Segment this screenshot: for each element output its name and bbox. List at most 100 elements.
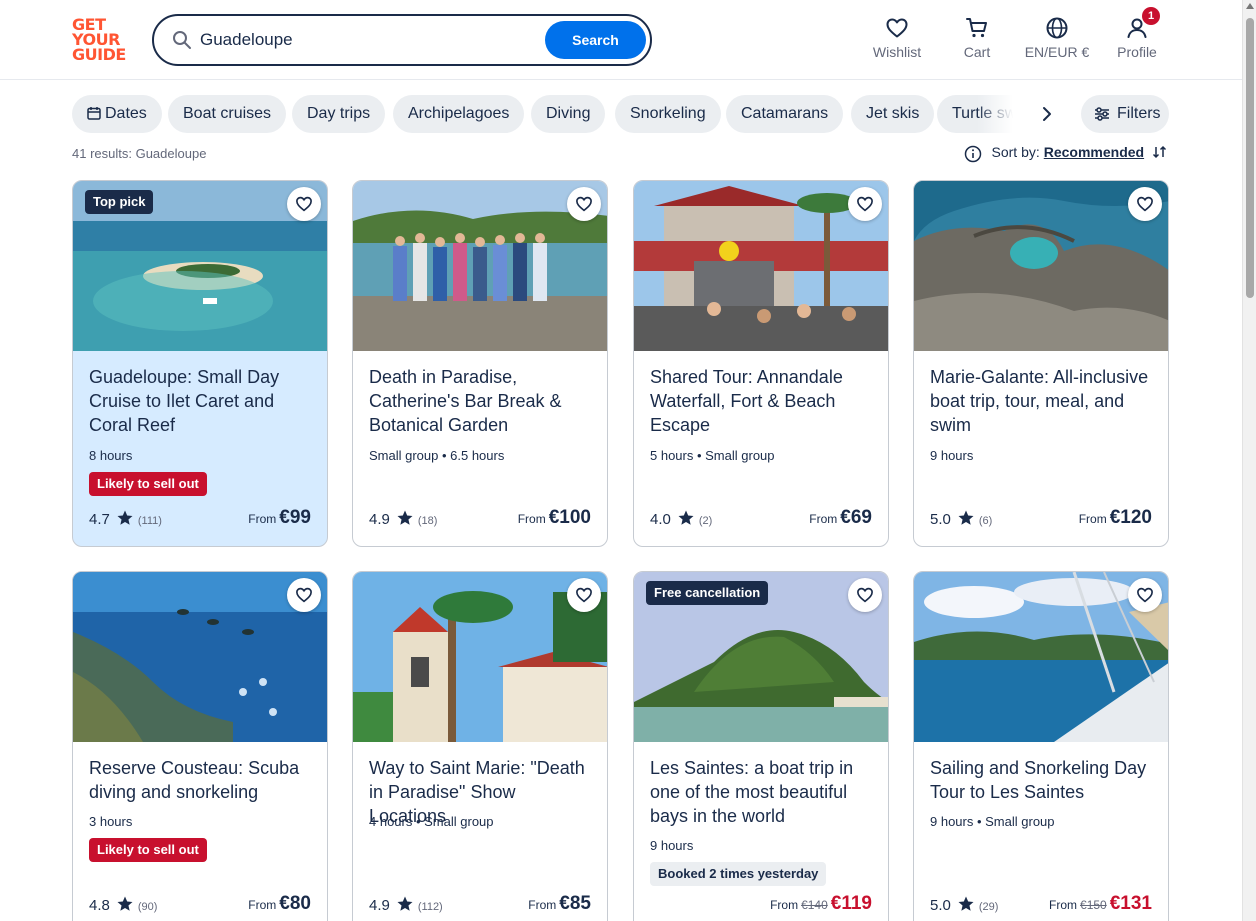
activity-title[interactable]: Les Saintes: a boat trip in one of the m… [650, 756, 874, 828]
activity-image [73, 572, 327, 742]
activity-image [353, 181, 607, 351]
free-cancellation-tag: Free cancellation [646, 581, 769, 605]
chip-archipelagoes[interactable]: Archipelagoes [393, 95, 525, 133]
chevron-right-icon[interactable] [1037, 104, 1057, 124]
activity-card[interactable]: Marie-Galante: All-inclusive boat trip, … [913, 180, 1169, 547]
chip-diving[interactable]: Diving [531, 95, 606, 133]
info-icon[interactable] [964, 145, 982, 163]
search-button[interactable]: Search [545, 21, 646, 59]
activity-title[interactable]: Reserve Cousteau: Scuba diving and snork… [89, 756, 313, 804]
activity-price: From €99 [248, 507, 311, 528]
chip-day-trips[interactable]: Day trips [292, 95, 386, 133]
nav-cart-label: Cart [963, 44, 991, 60]
activity-rating: 4.9 (112) [369, 896, 443, 914]
star-icon [958, 896, 974, 911]
search-bar: Search [152, 14, 652, 66]
site-header: GET YOUR GUIDE Search Wishlist Cart EN/E… [0, 0, 1242, 80]
activity-image [634, 181, 888, 351]
heart-icon [1137, 196, 1153, 212]
activity-meta: 3 hours [89, 814, 133, 829]
chip-boat-cruises[interactable]: Boat cruises [168, 95, 287, 133]
activity-rating: 4.8 (90) [89, 896, 158, 914]
wishlist-button[interactable] [567, 187, 601, 221]
star-icon [958, 510, 974, 525]
activity-image: Free cancellation [634, 572, 888, 742]
heart-icon [576, 196, 592, 212]
activity-card[interactable]: Death in Paradise, Catherine's Bar Break… [352, 180, 608, 547]
activity-title[interactable]: Guadeloupe: Small Day Cruise to Ilet Car… [89, 365, 313, 437]
activity-price: From €140 €119 [770, 893, 872, 914]
wishlist-button[interactable] [567, 578, 601, 612]
chip-catamarans[interactable]: Catamarans [726, 95, 844, 133]
sell-out-badge: Likely to sell out [89, 838, 207, 862]
activity-card[interactable]: Top pick Guadeloupe: Small Day Cruise to… [72, 180, 328, 547]
activity-meta: 8 hours [89, 448, 133, 463]
sort-arrows-icon[interactable] [1152, 144, 1168, 160]
sliders-icon [1095, 107, 1109, 121]
globe-icon [1046, 17, 1068, 39]
nav-wishlist[interactable]: Wishlist [872, 16, 922, 64]
nav-locale[interactable]: EN/EUR € [1022, 16, 1092, 64]
wishlist-button[interactable] [1128, 187, 1162, 221]
wishlist-button[interactable] [287, 578, 321, 612]
heart-icon [576, 587, 592, 603]
sort-control[interactable]: Sort by: Recommended [964, 144, 1169, 164]
activity-title[interactable]: Death in Paradise, Catherine's Bar Break… [369, 365, 593, 437]
activity-image: Top pick [73, 181, 327, 351]
activity-rating: 4.0 (2) [650, 510, 713, 528]
activity-rating: 4.9 (18) [369, 510, 438, 528]
activity-price: From €150 €131 [1049, 893, 1152, 914]
wishlist-button[interactable] [1128, 578, 1162, 612]
wishlist-button[interactable] [287, 187, 321, 221]
heart-icon [1137, 587, 1153, 603]
star-icon [117, 510, 133, 525]
scroll-up-arrow-icon[interactable] [1246, 3, 1254, 9]
chip-jet-skis[interactable]: Jet skis [851, 95, 935, 133]
nav-cart[interactable]: Cart [957, 16, 997, 64]
wishlist-button[interactable] [848, 578, 882, 612]
activity-meta: 4 hours • Small group [369, 814, 494, 829]
activity-title[interactable]: Sailing and Snorkeling Day Tour to Les S… [930, 756, 1154, 804]
star-icon [397, 510, 413, 525]
filter-chips: Dates Boat cruises Day trips Archipelago… [72, 95, 1170, 133]
activity-price: From €85 [528, 893, 591, 914]
activity-card[interactable]: Way to Saint Marie: "Death in Paradise" … [352, 571, 608, 921]
activity-card[interactable]: Sailing and Snorkeling Day Tour to Les S… [913, 571, 1169, 921]
activity-price: From €100 [517, 507, 591, 528]
activity-meta: 5 hours • Small group [650, 448, 775, 463]
activity-price: From €69 [809, 507, 872, 528]
activity-card[interactable]: Reserve Cousteau: Scuba diving and snork… [72, 571, 328, 921]
activity-rating: 5.0 (6) [930, 510, 993, 528]
activity-price: From €120 [1078, 507, 1152, 528]
chip-snorkeling[interactable]: Snorkeling [615, 95, 721, 133]
nav-locale-label: EN/EUR € [1024, 44, 1090, 60]
page-scrollbar[interactable] [1242, 0, 1256, 921]
heart-icon [857, 196, 873, 212]
wishlist-button[interactable] [848, 187, 882, 221]
sort-value[interactable]: Recommended [1044, 144, 1144, 160]
scrollbar-thumb[interactable] [1246, 18, 1254, 298]
search-input[interactable] [200, 26, 530, 54]
top-pick-tag: Top pick [85, 190, 154, 214]
sort-label: Sort by: [991, 144, 1040, 160]
activity-rating: 5.0 (29) [930, 896, 999, 914]
cart-icon [966, 18, 987, 38]
notification-badge: 1 [1142, 7, 1160, 25]
activity-title[interactable]: Shared Tour: Annandale Waterfall, Fort &… [650, 365, 874, 437]
star-icon [117, 896, 133, 911]
activity-title[interactable]: Marie-Galante: All-inclusive boat trip, … [930, 365, 1154, 437]
activity-image [914, 572, 1168, 742]
activity-card[interactable]: Shared Tour: Annandale Waterfall, Fort &… [633, 180, 889, 547]
heart-icon [857, 587, 873, 603]
chip-dates[interactable]: Dates [72, 95, 162, 133]
activity-card[interactable]: Free cancellation Les Saintes: a boat tr… [633, 571, 889, 921]
nav-profile[interactable]: Profile 1 [1116, 7, 1160, 64]
filters-button[interactable]: Filters [1081, 95, 1169, 133]
activity-meta: Small group • 6.5 hours [369, 448, 505, 463]
activity-meta: 9 hours [650, 838, 694, 853]
heart-icon [296, 196, 312, 212]
nav-wishlist-label: Wishlist [872, 44, 922, 60]
results-count: 41 results: Guadeloupe [72, 146, 207, 161]
calendar-icon [87, 107, 101, 120]
getyourguide-logo[interactable]: GET YOUR GUIDE [72, 17, 132, 65]
